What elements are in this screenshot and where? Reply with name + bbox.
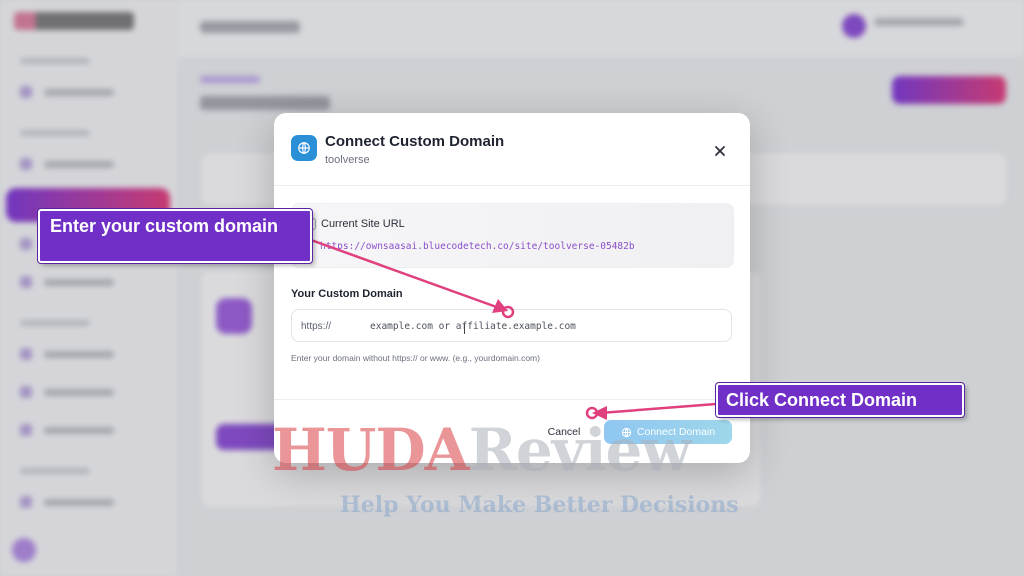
callout-enter-domain: Enter your custom domain <box>38 209 312 263</box>
custom-domain-label: Your Custom Domain <box>291 288 403 300</box>
close-icon[interactable] <box>708 139 732 163</box>
custom-domain-help: Enter your domain without https:// or ww… <box>291 353 540 363</box>
watermark-part-a: HUDA <box>272 416 470 484</box>
watermark-logo: HUDAReview <box>272 420 691 480</box>
modal-title: Connect Custom Domain <box>325 133 505 150</box>
text-cursor <box>464 324 465 334</box>
modal-header: Connect Custom Domain toolverse <box>274 113 750 186</box>
connect-domain-modal: Connect Custom Domain toolverse Current … <box>274 113 750 463</box>
current-site-url-box: Current Site URL https://ownsaasai.bluec… <box>291 203 734 268</box>
current-site-url-value[interactable]: https://ownsaasai.bluecodetech.co/site/t… <box>320 241 635 252</box>
custom-domain-field[interactable]: https:// <box>291 309 732 342</box>
https-prefix: https:// <box>301 321 332 332</box>
globe-icon <box>291 135 317 161</box>
current-site-url-label: Current Site URL <box>321 218 405 230</box>
watermark-part-b: Review <box>468 416 692 484</box>
custom-domain-input[interactable] <box>370 315 720 337</box>
callout-click-connect: Click Connect Domain <box>716 383 964 417</box>
modal-subtitle: toolverse <box>325 154 370 166</box>
watermark-tagline: Help You Make Better Decisions <box>340 492 739 518</box>
